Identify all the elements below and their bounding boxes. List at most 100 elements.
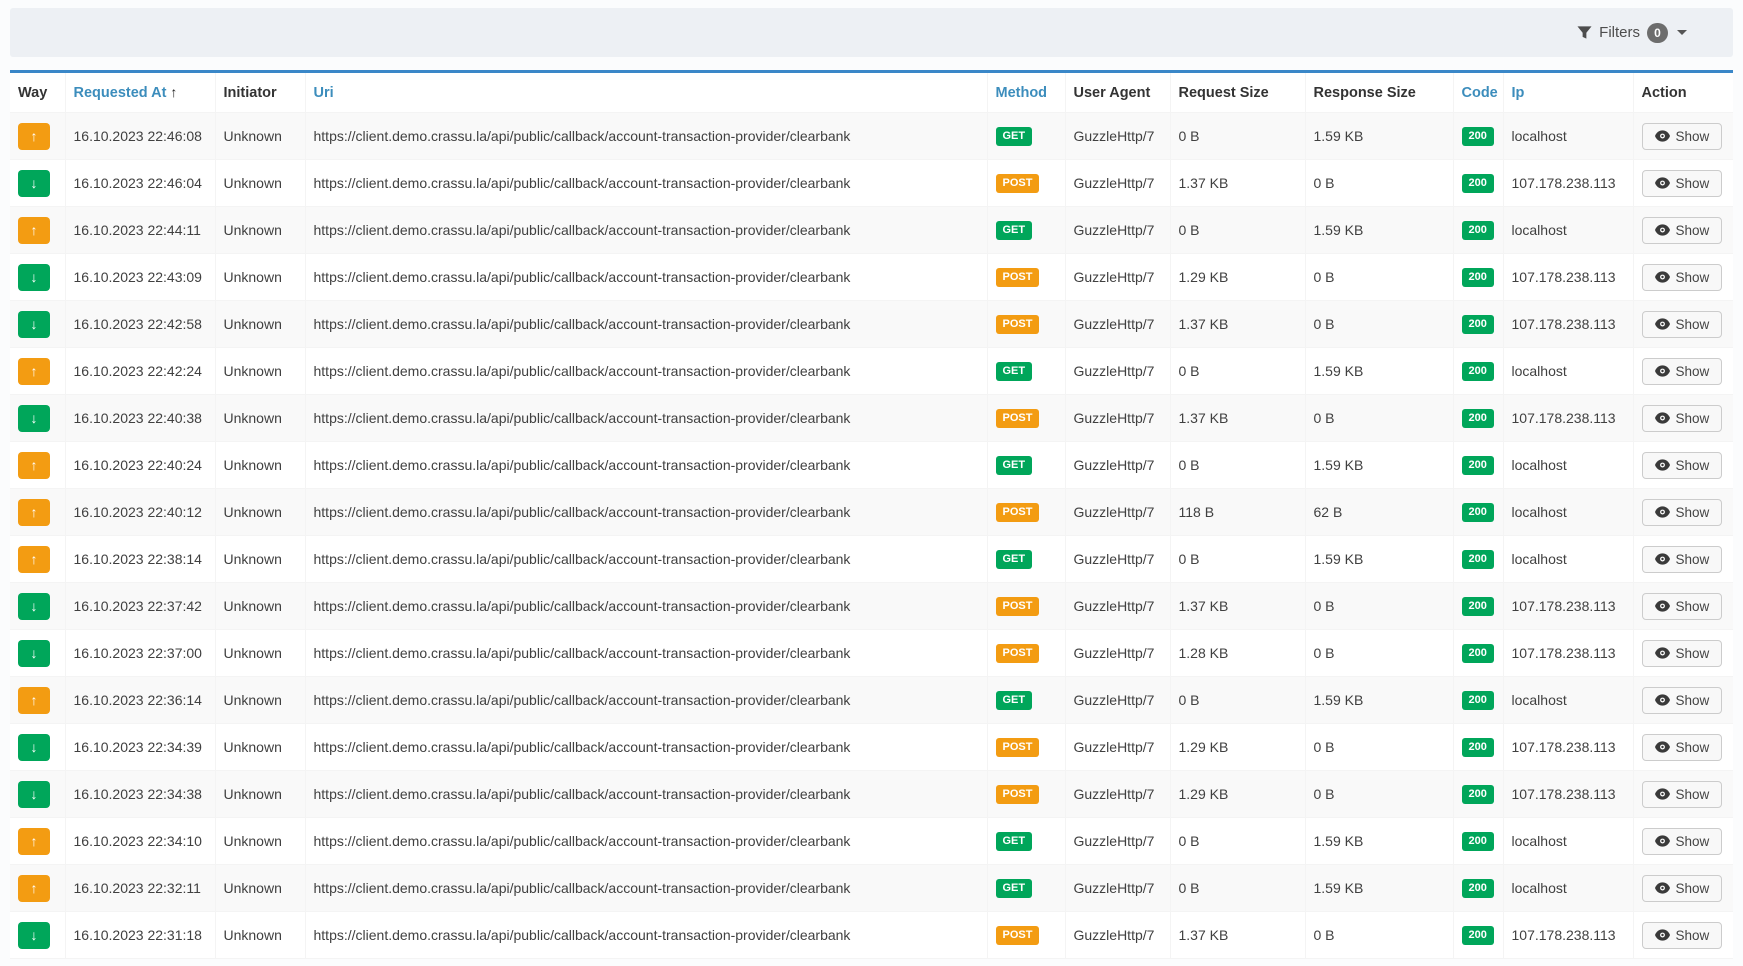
ip-cell: localhost [1503, 818, 1633, 865]
response-size-cell: 1.59 KB [1305, 677, 1453, 724]
show-button[interactable]: Show [1642, 875, 1723, 902]
initiator-cell: Unknown [215, 207, 305, 254]
way-button[interactable]: ↑ [18, 875, 50, 902]
requests-table-card: Way Requested At↑ Initiator Uri Method U… [10, 70, 1733, 959]
show-button[interactable]: Show [1642, 405, 1723, 432]
response-size-cell: 0 B [1305, 771, 1453, 818]
request-size-cell: 0 B [1170, 536, 1305, 583]
show-button[interactable]: Show [1642, 734, 1723, 761]
show-button-label: Show [1676, 928, 1710, 943]
method-badge: POST [996, 597, 1040, 616]
way-arrow-icon: ↑ [31, 223, 38, 237]
column-header-code[interactable]: Code [1453, 73, 1503, 113]
way-button[interactable]: ↑ [18, 687, 50, 714]
way-button[interactable]: ↑ [18, 358, 50, 385]
method-badge: GET [996, 691, 1033, 710]
eye-icon [1655, 882, 1670, 894]
show-button[interactable]: Show [1642, 217, 1723, 244]
filters-toggle[interactable]: Filters 0 [1577, 23, 1687, 43]
user-agent-cell: GuzzleHttp/7 [1065, 536, 1170, 583]
way-arrow-icon: ↑ [31, 834, 38, 848]
uri-cell: https://client.demo.crassu.la/api/public… [305, 677, 987, 724]
show-button[interactable]: Show [1642, 640, 1723, 667]
show-button-label: Show [1676, 129, 1710, 144]
way-button[interactable]: ↓ [18, 922, 50, 949]
response-size-cell: 1.59 KB [1305, 442, 1453, 489]
show-button[interactable]: Show [1642, 264, 1723, 291]
response-size-cell: 1.59 KB [1305, 113, 1453, 160]
way-arrow-icon: ↑ [31, 129, 38, 143]
way-button[interactable]: ↑ [18, 452, 50, 479]
user-agent-cell: GuzzleHttp/7 [1065, 677, 1170, 724]
initiator-cell: Unknown [215, 160, 305, 207]
eye-icon [1655, 647, 1670, 659]
user-agent-cell: GuzzleHttp/7 [1065, 818, 1170, 865]
table-row: ↓ 16.10.2023 22:34:38 Unknown https://cl… [10, 771, 1733, 818]
code-badge: 200 [1462, 409, 1494, 428]
way-arrow-icon: ↓ [31, 928, 38, 942]
way-button[interactable]: ↓ [18, 264, 50, 291]
way-button[interactable]: ↓ [18, 170, 50, 197]
show-button[interactable]: Show [1642, 311, 1723, 338]
user-agent-cell: GuzzleHttp/7 [1065, 348, 1170, 395]
show-button[interactable]: Show [1642, 358, 1723, 385]
show-button[interactable]: Show [1642, 546, 1723, 573]
show-button[interactable]: Show [1642, 452, 1723, 479]
ip-cell: localhost [1503, 865, 1633, 912]
show-button[interactable]: Show [1642, 593, 1723, 620]
response-size-cell: 1.59 KB [1305, 348, 1453, 395]
way-button[interactable]: ↓ [18, 593, 50, 620]
show-button[interactable]: Show [1642, 499, 1723, 526]
table-row: ↑ 16.10.2023 22:32:11 Unknown https://cl… [10, 865, 1733, 912]
eye-icon [1655, 224, 1670, 236]
column-header-uri[interactable]: Uri [305, 73, 987, 113]
initiator-cell: Unknown [215, 489, 305, 536]
way-button[interactable]: ↓ [18, 640, 50, 667]
table-row: ↓ 16.10.2023 22:40:38 Unknown https://cl… [10, 395, 1733, 442]
show-button[interactable]: Show [1642, 170, 1723, 197]
column-header-ip[interactable]: Ip [1503, 73, 1633, 113]
user-agent-cell: GuzzleHttp/7 [1065, 113, 1170, 160]
column-header-requested-at-label: Requested At [74, 85, 167, 101]
way-button[interactable]: ↑ [18, 123, 50, 150]
uri-cell: https://client.demo.crassu.la/api/public… [305, 489, 987, 536]
filters-label: Filters [1599, 24, 1640, 41]
column-header-method[interactable]: Method [987, 73, 1065, 113]
show-button[interactable]: Show [1642, 123, 1723, 150]
way-button[interactable]: ↑ [18, 546, 50, 573]
user-agent-cell: GuzzleHttp/7 [1065, 301, 1170, 348]
show-button-label: Show [1676, 223, 1710, 238]
show-button-label: Show [1676, 834, 1710, 849]
show-button[interactable]: Show [1642, 781, 1723, 808]
show-button[interactable]: Show [1642, 687, 1723, 714]
way-button[interactable]: ↓ [18, 734, 50, 761]
way-button[interactable]: ↓ [18, 781, 50, 808]
show-button[interactable]: Show [1642, 922, 1723, 949]
way-arrow-icon: ↓ [31, 270, 38, 284]
response-size-cell: 0 B [1305, 724, 1453, 771]
initiator-cell: Unknown [215, 536, 305, 583]
code-badge: 200 [1462, 268, 1494, 287]
way-button[interactable]: ↓ [18, 405, 50, 432]
eye-icon [1655, 318, 1670, 330]
ip-cell: 107.178.238.113 [1503, 254, 1633, 301]
code-badge: 200 [1462, 691, 1494, 710]
column-header-requested-at[interactable]: Requested At↑ [65, 73, 215, 113]
way-button[interactable]: ↑ [18, 499, 50, 526]
method-badge: POST [996, 409, 1040, 428]
show-button-label: Show [1676, 693, 1710, 708]
uri-cell: https://client.demo.crassu.la/api/public… [305, 348, 987, 395]
table-row: ↑ 16.10.2023 22:40:12 Unknown https://cl… [10, 489, 1733, 536]
way-button[interactable]: ↑ [18, 828, 50, 855]
way-button[interactable]: ↑ [18, 217, 50, 244]
request-size-cell: 1.37 KB [1170, 912, 1305, 959]
show-button[interactable]: Show [1642, 828, 1723, 855]
requested-at-cell: 16.10.2023 22:46:08 [65, 113, 215, 160]
way-button[interactable]: ↓ [18, 311, 50, 338]
uri-cell: https://client.demo.crassu.la/api/public… [305, 395, 987, 442]
code-badge: 200 [1462, 785, 1494, 804]
show-button-label: Show [1676, 787, 1710, 802]
request-size-cell: 1.37 KB [1170, 395, 1305, 442]
method-badge: GET [996, 362, 1033, 381]
table-row: ↓ 16.10.2023 22:46:04 Unknown https://cl… [10, 160, 1733, 207]
